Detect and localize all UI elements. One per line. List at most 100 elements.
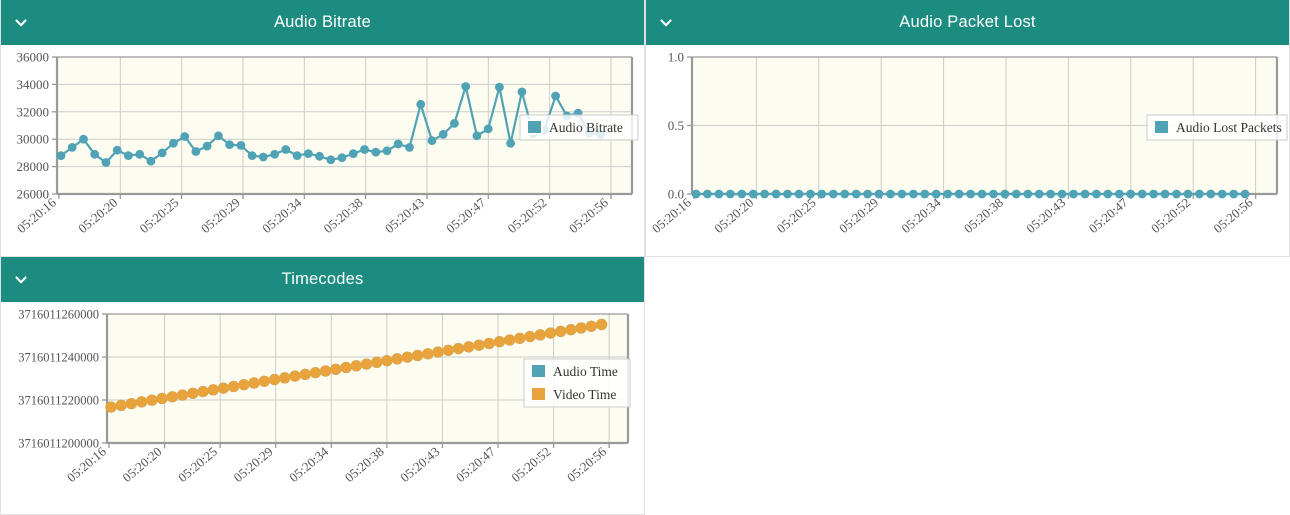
data-point (1080, 189, 1090, 199)
data-point (315, 151, 324, 161)
data-point (202, 141, 212, 151)
data-point (585, 320, 597, 332)
data-point (197, 386, 209, 398)
data-point (401, 351, 413, 363)
data-point (463, 341, 475, 353)
data-point (1046, 189, 1055, 199)
legend-swatch (530, 363, 547, 379)
data-point (524, 331, 536, 343)
data-point (1034, 189, 1044, 199)
x-tick-label: 05:20:38 (321, 195, 366, 236)
data-point (90, 149, 100, 159)
data-point (217, 382, 229, 394)
legend-swatch (1153, 119, 1170, 135)
data-point (1160, 189, 1170, 199)
data-point (555, 325, 567, 337)
data-point (703, 189, 712, 199)
chevron-down-icon[interactable] (1, 0, 41, 45)
chevron-down-icon[interactable] (646, 0, 686, 45)
data-point (180, 132, 190, 141)
legend-label: Audio Time (553, 364, 618, 379)
chart-audio-bitrate[interactable]: 26000280003000032000340003600005:20:16 05… (1, 45, 645, 257)
chart-audio-packet-lost[interactable]: 0.00.51.005:20:16 05:20:20 05:20:25 05:20:2… (646, 45, 1290, 257)
data-point (461, 82, 471, 91)
y-tick-label: 3716011220000 (18, 394, 99, 408)
data-point (691, 189, 701, 199)
data-point (863, 189, 872, 199)
data-point (214, 131, 223, 141)
panel-audio-bitrate: Audio Bitrate 26000 28000 30000 32000 34000 3… (0, 0, 645, 257)
data-point (146, 394, 158, 406)
data-point (977, 189, 987, 199)
data-point (360, 358, 373, 370)
data-point (748, 189, 758, 199)
x-tick-label: 05:20:25 (137, 195, 182, 236)
legend: Audio Lost Packets (1146, 114, 1288, 141)
data-point (897, 189, 907, 199)
data-point (1149, 189, 1158, 199)
data-point (427, 136, 437, 145)
data-point (303, 149, 313, 158)
data-point (166, 391, 178, 403)
data-point (989, 189, 998, 199)
data-point (954, 189, 964, 199)
x-tick-label: 05:20:20 (711, 195, 756, 236)
data-point (760, 189, 769, 199)
data-point (136, 396, 148, 408)
data-point (483, 337, 495, 350)
data-point (382, 146, 392, 156)
panel-header-timecodes: Timecodes (1, 257, 644, 302)
data-point (1172, 189, 1181, 199)
x-tick-label: 05:20:20 (75, 195, 120, 236)
data-point (156, 392, 168, 405)
data-point (330, 363, 342, 375)
chart-timecodes[interactable]: 3716011200000 3716011220000 3716011240000 3… (1, 302, 645, 515)
legend-swatch (530, 386, 547, 402)
data-point (452, 343, 465, 355)
x-tick-label: 05:20:43 (1023, 195, 1068, 236)
data-point (1229, 189, 1239, 199)
data-point (1114, 189, 1124, 199)
data-point (146, 156, 156, 166)
data-point (422, 348, 434, 360)
data-point (350, 360, 362, 372)
x-tick-label: 05:20:56 (1210, 194, 1255, 236)
data-point (393, 139, 403, 149)
data-point (125, 398, 137, 410)
x-tick-label: 05:20:52 (508, 444, 553, 485)
data-point (391, 353, 403, 365)
legend-swatch (526, 119, 543, 135)
data-point (320, 365, 332, 377)
data-point (1023, 189, 1033, 199)
data-point (1092, 189, 1101, 199)
data-point (1126, 189, 1136, 199)
data-point (405, 143, 414, 152)
panel-header-audio-bitrate: Audio Bitrate (1, 0, 644, 45)
data-point (438, 130, 448, 139)
data-point (258, 152, 268, 162)
data-point (725, 189, 735, 199)
data-point (1137, 189, 1147, 199)
data-point (1011, 189, 1021, 199)
data-point (360, 145, 369, 154)
data-point (187, 387, 199, 399)
data-point (714, 189, 724, 199)
data-point (56, 151, 66, 160)
chevron-down-icon[interactable] (1, 257, 41, 302)
x-tick-label: 05:20:43 (382, 195, 427, 236)
x-tick-label: 05:20:52 (505, 195, 550, 236)
y-tick-label: 3716011240000 (18, 351, 99, 365)
data-point (1217, 189, 1227, 199)
data-point (544, 327, 557, 339)
data-point (432, 346, 444, 358)
x-tick-label: 05:20:38 (342, 444, 387, 485)
data-point (817, 189, 827, 199)
data-point (115, 399, 127, 411)
y-tick-label: 36000 (17, 50, 50, 65)
data-point (1183, 189, 1193, 199)
data-point (270, 149, 279, 159)
data-point (228, 380, 240, 393)
data-point (169, 138, 178, 148)
chart-area-audio-bitrate: 26000 28000 30000 32000 34000 36000 05:20:16 05… (1, 45, 644, 256)
data-point (966, 189, 975, 199)
